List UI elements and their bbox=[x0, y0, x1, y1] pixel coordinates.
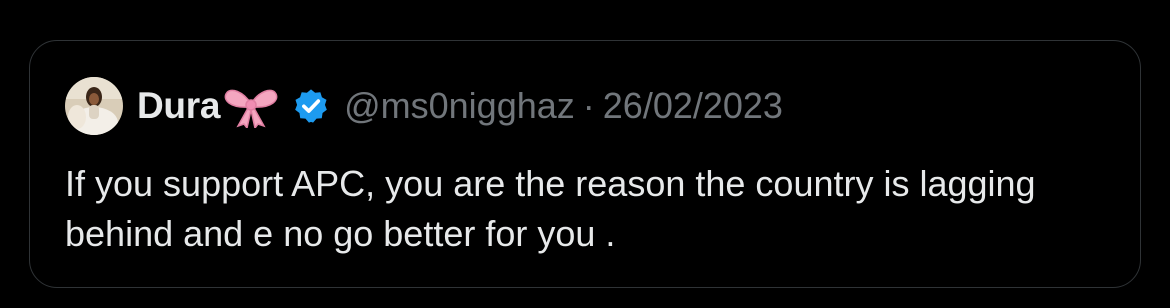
tweet-header: Dura @ms0nigghaz · 26/02/2023 bbox=[65, 76, 783, 136]
quoted-tweet-card[interactable]: Dura @ms0nigghaz · 26/02/2023 If you sup… bbox=[29, 40, 1141, 288]
avatar[interactable] bbox=[65, 77, 123, 135]
author-handle[interactable]: @ms0nigghaz bbox=[344, 85, 575, 127]
avatar-photo-icon bbox=[65, 77, 123, 135]
separator-dot: · bbox=[582, 85, 595, 126]
author-name[interactable]: Dura bbox=[137, 85, 220, 127]
ribbon-emoji-icon bbox=[222, 84, 280, 130]
tweet-text: If you support APC, you are the reason t… bbox=[65, 163, 1036, 254]
verified-badge-icon[interactable] bbox=[292, 87, 330, 125]
tweet-date[interactable]: 26/02/2023 bbox=[603, 85, 783, 127]
